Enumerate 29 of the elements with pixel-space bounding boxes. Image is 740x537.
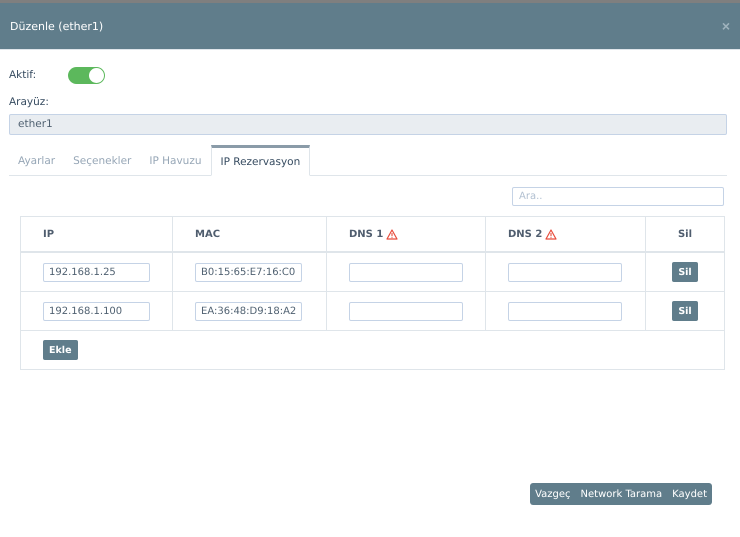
add-button[interactable]: Ekle (43, 340, 78, 360)
tab[interactable]: IP Havuzu (140, 146, 210, 175)
input-field[interactable]: B0:15:65:E7:16:C0 (195, 262, 302, 282)
column-header: DNS 2 (508, 228, 542, 240)
tab[interactable]: Ayarlar (9, 146, 64, 175)
input-field[interactable] (349, 302, 463, 320)
column-header: DNS 1 (349, 228, 384, 240)
window-title: Düzenle (ether1) (10, 20, 104, 32)
column-header: MAC (195, 228, 220, 240)
field-label: Aktif: (9, 69, 36, 81)
column-header: IP (43, 228, 54, 240)
action-button[interactable]: Network Tarama (576, 483, 668, 505)
input-field[interactable]: 192.168.1.100 (43, 302, 150, 320)
input-field[interactable]: 192.168.1.25 (43, 262, 150, 282)
action-button[interactable]: Vazgeç (530, 483, 576, 505)
input-field[interactable] (508, 302, 622, 320)
toggle-switch[interactable] (68, 66, 106, 84)
delete-button[interactable]: Sil (672, 262, 698, 282)
input-field[interactable]: EA:36:48:D9:18:A2 (195, 302, 302, 320)
input-field[interactable] (349, 262, 463, 282)
tab[interactable]: IP Rezervasyon (210, 145, 310, 176)
tab[interactable]: Seçenekler (64, 146, 140, 175)
action-button[interactable]: Kaydet (667, 483, 712, 505)
field-label: Arayüz: (9, 96, 50, 108)
search-field[interactable]: Ara.. (512, 187, 724, 206)
column-header: Sil (678, 228, 692, 240)
delete-button[interactable]: Sil (672, 301, 698, 321)
input-field[interactable] (508, 262, 622, 282)
input-field[interactable]: ether1 (9, 114, 727, 135)
